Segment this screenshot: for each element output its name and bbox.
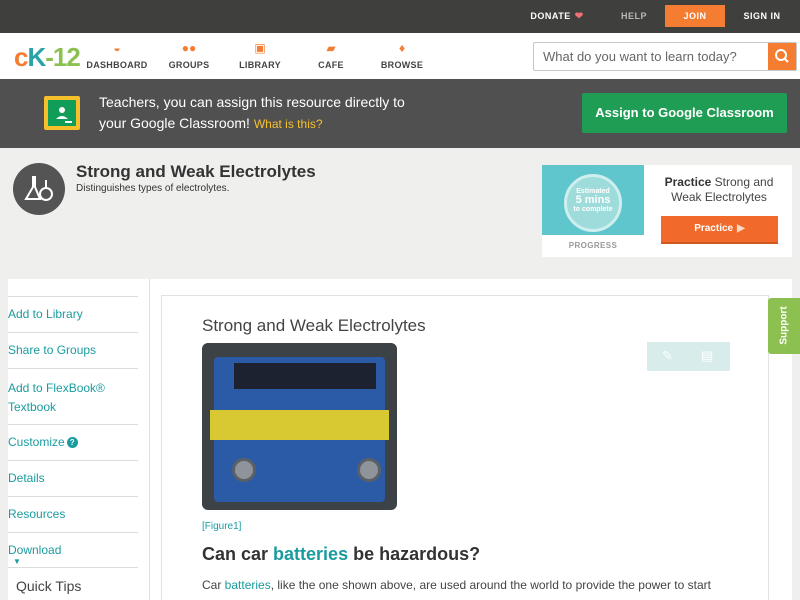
concept-title: Strong and Weak Electrolytes <box>76 162 316 181</box>
practice-thumbnail: Estimated 5 mins to complete <box>542 165 644 235</box>
sidebar-item-resources[interactable]: Resources <box>8 496 138 532</box>
google-classroom-banner: Teachers, you can assign this resource d… <box>0 79 800 148</box>
help-link[interactable]: HELP <box>614 0 654 33</box>
chevron-right-icon: ▶ <box>737 223 745 234</box>
sidebar-label: Details <box>8 471 45 485</box>
banner-line2: your Google Classroom! <box>99 115 250 131</box>
search-icon <box>775 49 789 63</box>
help-icon[interactable]: ? <box>66 437 78 448</box>
cafe-icon: ▰ <box>326 41 336 55</box>
sidebar-label: Customize <box>8 435 65 449</box>
para-text: Car <box>202 578 225 592</box>
sidebar-label: Add to FlexBook® <box>8 381 105 395</box>
ck12-logo[interactable]: cK-12 <box>14 42 81 73</box>
battery-terminal <box>232 458 256 482</box>
search-box <box>533 42 797 71</box>
nav-cafe-label: CAFE <box>318 60 344 70</box>
dashboard-icon: ◒ <box>113 41 121 55</box>
quick-tips-heading[interactable]: Quick Tips <box>16 578 81 594</box>
sidebar-item-add-to-flexbook[interactable]: Add to FlexBook® Textbook <box>8 368 138 424</box>
concept-subtitle: Distinguishes types of electrolytes. <box>76 183 230 194</box>
batteries-link[interactable]: batteries <box>273 544 348 564</box>
sidebar-label: Download <box>8 543 62 557</box>
nav-library[interactable]: ▣ LIBRARY <box>225 41 295 70</box>
pencil-icon[interactable]: ✎ <box>662 348 673 364</box>
heart-icon: ❤ <box>574 11 584 22</box>
sidebar-item-download[interactable]: Download ▼ <box>8 532 138 567</box>
sidebar-item-add-to-library[interactable]: Add to Library <box>8 296 138 332</box>
logo-k: K <box>27 42 46 72</box>
top-bar: DONATE ❤ HELP JOIN SIGN IN <box>0 0 800 33</box>
main-nav: cK-12 ◒ DASHBOARD ●● GROUPS ▣ LIBRARY ▰ … <box>0 33 800 79</box>
practice-title-bold: Practice <box>664 175 712 189</box>
banner-line1: Teachers, you can assign this resource d… <box>99 94 405 110</box>
figure-caption[interactable]: [Figure1] <box>202 521 241 532</box>
heading-text: Can car <box>202 544 274 564</box>
donate-label: DONATE <box>530 11 571 21</box>
nav-library-label: LIBRARY <box>239 60 281 70</box>
car-battery-image[interactable] <box>202 343 397 510</box>
article-heading: Can car batteries be hazardous? <box>202 544 480 565</box>
battery-terminal <box>357 458 381 482</box>
battery-graphic <box>210 357 389 502</box>
battery-stripe <box>210 410 389 440</box>
heading-text: be hazardous? <box>348 544 481 564</box>
sidebar-label: Textbook <box>8 400 57 414</box>
chemistry-flask-icon <box>13 163 65 215</box>
logo-12: -12 <box>45 42 81 72</box>
practice-button-label: Practice <box>694 223 734 234</box>
estimate-badge: Estimated 5 mins to complete <box>564 174 622 232</box>
assign-google-classroom-button[interactable]: Assign to Google Classroom <box>582 93 787 133</box>
battery-label <box>234 363 376 389</box>
article-paragraph: Car batteries, like the one shown above,… <box>202 578 742 592</box>
what-is-this-link[interactable]: What is this? <box>254 117 323 131</box>
sign-in-link[interactable]: SIGN IN <box>737 0 787 33</box>
google-classroom-icon <box>44 96 80 130</box>
support-tab[interactable]: Support <box>768 298 800 354</box>
article-tools: ✎ ▤ <box>647 342 730 371</box>
practice-button[interactable]: Practice ▶ <box>661 216 778 244</box>
nav-groups[interactable]: ●● GROUPS <box>154 41 224 70</box>
logo-c: c <box>14 42 29 72</box>
search-input[interactable] <box>534 43 770 70</box>
sidebar-label: Add to Library <box>8 307 83 321</box>
nav-cafe[interactable]: ▰ CAFE <box>296 41 366 70</box>
nav-browse-label: BROWSE <box>380 60 424 70</box>
caret-down-icon: ▼ <box>13 557 21 566</box>
donate-link[interactable]: DONATE ❤ <box>522 0 592 33</box>
estimated-complete: to complete <box>573 206 613 213</box>
para-text: , like the one shown above, are used aro… <box>270 578 711 592</box>
estimated-mins: 5 mins <box>575 194 611 206</box>
classroom-banner-text: Teachers, you can assign this resource d… <box>99 92 499 135</box>
practice-title: Practice Strong and Weak Electrolytes <box>654 175 784 205</box>
nav-dashboard[interactable]: ◒ DASHBOARD <box>82 41 152 70</box>
sidebar-item-customize[interactable]: Customize? <box>8 424 138 460</box>
article-title: Strong and Weak Electrolytes <box>202 316 426 335</box>
groups-icon: ●● <box>181 41 197 55</box>
sidebar-label: Share to Groups <box>8 343 97 357</box>
search-button[interactable] <box>768 43 796 70</box>
nav-dashboard-label: DASHBOARD <box>86 60 148 70</box>
batteries-link[interactable]: batteries <box>225 578 271 592</box>
library-icon: ▣ <box>254 41 266 55</box>
sidebar-item-details[interactable]: Details <box>8 460 138 496</box>
nav-browse[interactable]: ♦ BROWSE <box>367 41 437 70</box>
progress-label: PROGRESS <box>568 241 618 250</box>
browse-icon: ♦ <box>398 41 406 55</box>
divider <box>8 567 138 568</box>
sidebar-label: Resources <box>8 507 66 521</box>
support-label: Support <box>778 306 790 345</box>
practice-card: Estimated 5 mins to complete PROGRESS Pr… <box>542 165 792 257</box>
nav-groups-label: GROUPS <box>168 60 210 70</box>
notes-icon[interactable]: ▤ <box>701 348 713 364</box>
sidebar-item-share-to-groups[interactable]: Share to Groups <box>8 332 138 368</box>
join-button[interactable]: JOIN <box>665 5 725 27</box>
